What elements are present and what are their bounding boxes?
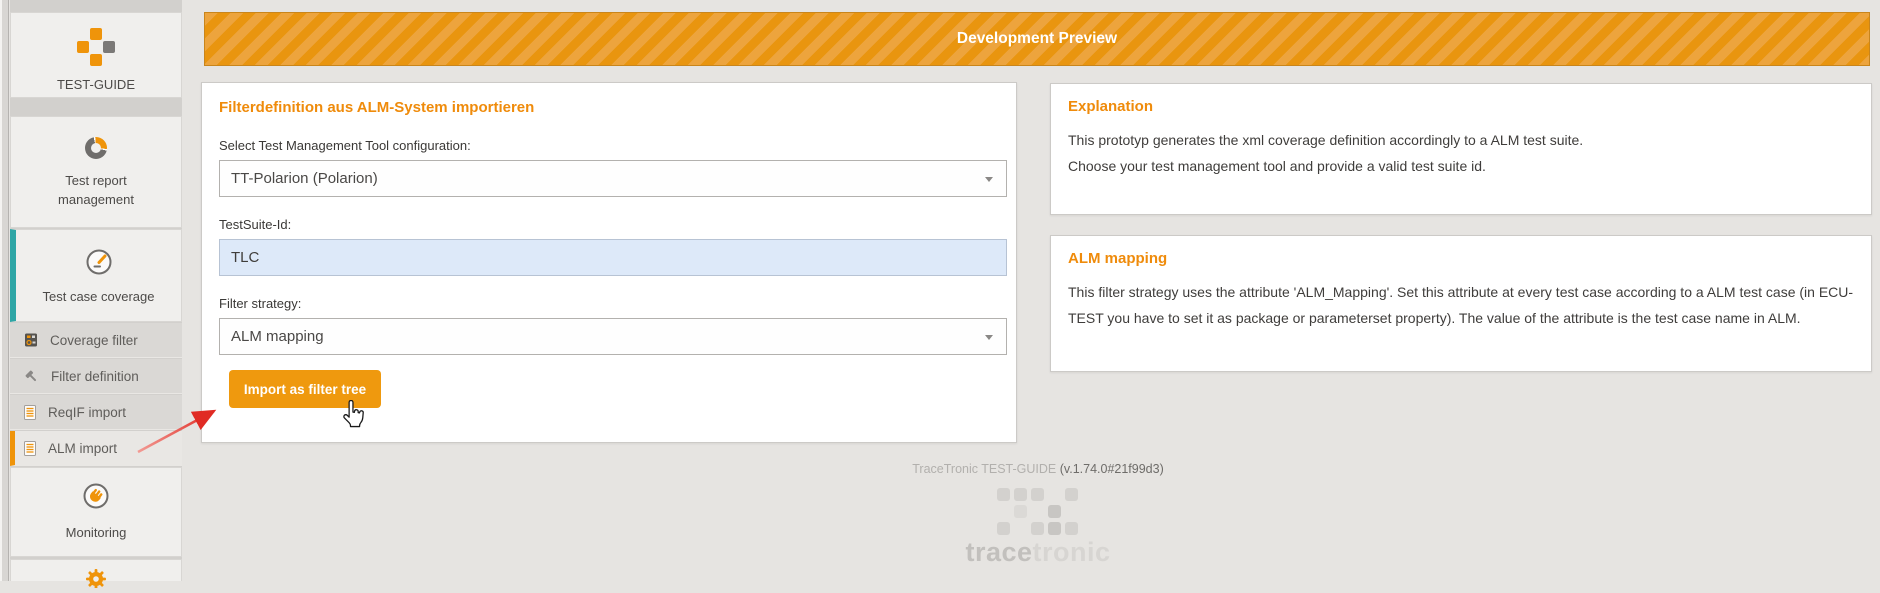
wordmark-part-1: trace [965, 537, 1032, 567]
tracetronic-logo-icon [997, 488, 1078, 535]
import-as-filter-tree-button[interactable]: Import as filter tree [229, 370, 381, 408]
sidebar-item-label: Monitoring [11, 523, 181, 542]
banner-title: Development Preview [205, 13, 1869, 65]
monitoring-hand-icon [82, 482, 110, 510]
alm-mapping-panel: ALM mapping This filter strategy uses th… [1050, 235, 1872, 372]
footer-version-line: TraceTronic TEST-GUIDE (v.1.74.0#21f99d3… [204, 462, 1872, 476]
sidebar-item-label: Test case coverage [16, 287, 181, 306]
development-preview-banner: Development Preview [204, 12, 1870, 66]
test-guide-logo-icon [76, 28, 116, 66]
footer-product-name: TraceTronic TEST-GUIDE [912, 462, 1059, 476]
chevron-down-icon [985, 335, 993, 340]
alm-mapping-text: This filter strategy uses the attribute … [1068, 279, 1854, 331]
form-title: Filterdefinition aus ALM-System importie… [219, 99, 999, 116]
gear-icon [83, 566, 109, 588]
window-edge-strip [0, 0, 9, 581]
filter-strategy-label: Filter strategy: [219, 296, 999, 311]
sidebar-subitem-label: Coverage filter [50, 333, 138, 348]
alm-mapping-title: ALM mapping [1068, 250, 1854, 267]
sidebar-subitem-coverage-filter[interactable]: Coverage filter [10, 323, 182, 358]
explanation-panel: Explanation This prototyp generates the … [1050, 83, 1872, 215]
sidebar-subitem-reqif-import[interactable]: ReqIF import [10, 395, 182, 430]
wordmark-part-2: tronic [1033, 537, 1111, 567]
report-donut-icon [85, 137, 107, 159]
sidebar-item-test-case-coverage[interactable]: Test case coverage [10, 229, 182, 322]
hammer-icon [24, 369, 39, 384]
sidebar-subitem-filter-definition[interactable]: Filter definition [10, 359, 182, 394]
sidebar-subitem-label: ReqIF import [48, 405, 126, 420]
testsuite-id-label: TestSuite-Id: [219, 217, 999, 232]
sidebar-item-test-guide[interactable]: TEST-GUIDE [10, 12, 182, 98]
sidebar-item-label: Test report [11, 171, 181, 190]
sidebar-item-monitoring[interactable]: Monitoring [10, 467, 182, 557]
explanation-text-line1: This prototyp generates the xml coverage… [1068, 127, 1854, 153]
document-icon [24, 441, 36, 456]
explanation-title: Explanation [1068, 98, 1854, 115]
alm-import-form-card: Filterdefinition aus ALM-System importie… [201, 82, 1017, 443]
coverage-board-icon [24, 333, 38, 347]
sidebar-item-test-report-management[interactable]: Test report management [10, 116, 182, 228]
explanation-text-line2: Choose your test management tool and pro… [1068, 153, 1854, 179]
filter-strategy-select[interactable]: ALM mapping [219, 318, 1007, 355]
tracetronic-wordmark: tracetronic [204, 537, 1872, 568]
sidebar-item-label: management [11, 190, 181, 209]
tool-configuration-select[interactable]: TT-Polarion (Polarion) [219, 160, 1007, 197]
filter-strategy-value: ALM mapping [231, 328, 324, 345]
chevron-down-icon [985, 177, 993, 182]
sidebar-subitem-label: ALM import [48, 441, 117, 456]
testsuite-id-input[interactable] [219, 239, 1007, 276]
sidebar-subitem-label: Filter definition [51, 369, 139, 384]
sidebar-item-label: TEST-GUIDE [11, 75, 181, 94]
document-icon [24, 405, 36, 420]
sidebar-subitem-alm-import[interactable]: ALM import [10, 431, 182, 466]
tool-configuration-value: TT-Polarion (Polarion) [231, 170, 378, 187]
tool-configuration-label: Select Test Management Tool configuratio… [219, 138, 999, 153]
footer-version-number: (v.1.74.0#21f99d3) [1060, 462, 1164, 476]
sidebar-item-settings-partial[interactable] [10, 559, 182, 581]
gauge-icon [85, 248, 113, 276]
